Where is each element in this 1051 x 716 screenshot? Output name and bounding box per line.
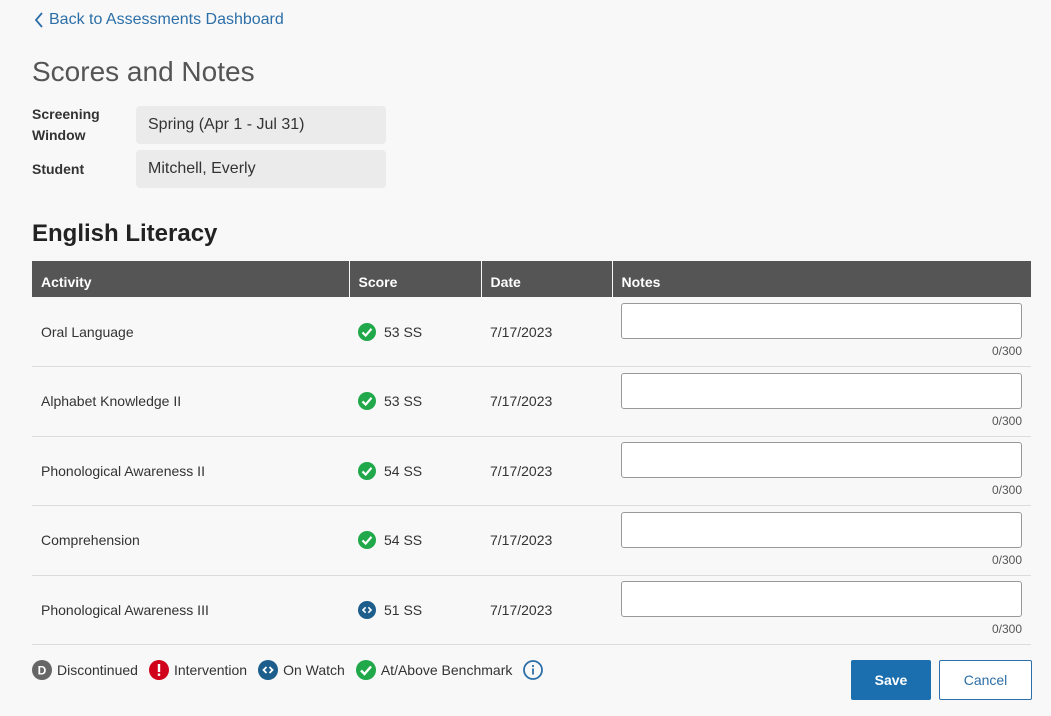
score-value: 54 SS [384, 532, 423, 549]
discontinued-icon: D [32, 660, 52, 680]
date-cell: 7/17/2023 [481, 297, 612, 367]
check-circle-icon [355, 660, 376, 680]
check-circle-icon [358, 322, 376, 341]
check-circle-icon [358, 531, 376, 550]
table-row: Oral Language 53 SS 7/17/2023 0/300 [32, 297, 1031, 367]
score-cell: 53 SS [349, 297, 481, 367]
page-title: Scores and Notes [32, 56, 255, 87]
notes-cell: 0/300 [612, 505, 1031, 576]
notes-char-counter: 0/300 [991, 413, 1022, 428]
date-cell: 7/17/2023 [481, 575, 612, 645]
screening-window-label-line-1: Screening [32, 106, 100, 122]
activity-cell: Alphabet Knowledge II [32, 366, 349, 437]
intervention-icon [148, 660, 169, 680]
legend-intervention: Intervention [148, 660, 248, 680]
notes-cell: 0/300 [612, 297, 1031, 367]
info-icon[interactable] [523, 660, 544, 680]
score-cell: 54 SS [349, 505, 481, 576]
chevron-left-icon [34, 12, 43, 28]
score-value: 53 SS [384, 393, 423, 410]
scores-table: Activity Score Date Notes Oral Language … [32, 261, 1031, 645]
legend-at-above-label: At/Above Benchmark [380, 662, 513, 678]
table-row: Phonological Awareness III 51 SS 7/17/20… [32, 575, 1031, 645]
check-circle-icon [358, 392, 376, 411]
notes-cell: 0/300 [612, 436, 1031, 506]
student-value: Mitchell, Everly [136, 150, 386, 188]
notes-cell: 0/300 [612, 575, 1031, 645]
screening-window-value: Spring (Apr 1 - Jul 31) [136, 106, 386, 144]
score-value: 54 SS [384, 462, 423, 479]
notes-input[interactable] [621, 511, 1022, 548]
date-cell: 7/17/2023 [481, 366, 612, 437]
score-value: 51 SS [384, 601, 423, 618]
notes-char-counter: 0/300 [991, 552, 1022, 567]
back-to-dashboard-link[interactable]: Back to Assessments Dashboard [33, 11, 284, 29]
screening-window-label-line-2: Window [32, 127, 86, 143]
notes-char-counter: 0/300 [991, 344, 1022, 358]
check-circle-icon [358, 461, 376, 480]
table-row: Comprehension 54 SS 7/17/2023 0/300 [32, 505, 1031, 576]
notes-char-counter: 0/300 [991, 622, 1022, 637]
cancel-button[interactable]: Cancel [939, 660, 1032, 700]
score-cell: 53 SS [349, 366, 481, 437]
table-row: Phonological Awareness II 54 SS 7/17/202… [32, 436, 1031, 506]
on-watch-icon [358, 600, 376, 619]
screening-window-label: Screening Window [32, 104, 136, 146]
activity-cell: Phonological Awareness II [32, 436, 349, 506]
activity-cell: Comprehension [32, 505, 349, 576]
legend-on-watch-label: On Watch [283, 662, 345, 678]
notes-cell: 0/300 [612, 366, 1031, 437]
score-cell: 51 SS [349, 575, 481, 645]
table-row: Alphabet Knowledge II 53 SS 7/17/2023 0/… [32, 366, 1031, 437]
save-button[interactable]: Save [851, 660, 931, 700]
column-header-activity: Activity [32, 261, 349, 297]
legend-at-above-benchmark: At/Above Benchmark [355, 660, 513, 680]
date-cell: 7/17/2023 [481, 505, 612, 576]
section-title: English Literacy [32, 220, 218, 247]
screening-window-row: Screening Window Spring (Apr 1 - Jul 31) [32, 104, 386, 146]
activity-cell: Phonological Awareness III [32, 575, 349, 645]
legend-discontinued: D Discontinued [32, 660, 138, 680]
status-legend: D Discontinued Intervention On Watch At/… [32, 660, 544, 680]
legend-on-watch: On Watch [258, 660, 345, 680]
column-header-score: Score [348, 261, 481, 297]
table-header-row: Activity Score Date Notes [32, 261, 1031, 297]
notes-input[interactable] [621, 581, 1022, 618]
notes-input[interactable] [621, 303, 1022, 339]
column-header-notes: Notes [611, 261, 1031, 297]
discontinued-glyph: D [38, 664, 47, 678]
back-link-label: Back to Assessments Dashboard [49, 11, 284, 28]
date-cell: 7/17/2023 [481, 436, 612, 506]
score-cell: 54 SS [349, 436, 481, 506]
score-value: 53 SS [384, 323, 423, 340]
notes-input[interactable] [621, 372, 1022, 409]
student-row: Student Mitchell, Everly [32, 150, 386, 188]
on-watch-icon [258, 660, 279, 680]
legend-discontinued-label: Discontinued [57, 662, 138, 678]
notes-input[interactable] [621, 442, 1022, 479]
legend-intervention-label: Intervention [173, 662, 248, 678]
activity-cell: Oral Language [32, 297, 349, 367]
student-label: Student [32, 160, 85, 177]
column-header-date: Date [480, 261, 612, 297]
notes-char-counter: 0/300 [991, 483, 1022, 498]
